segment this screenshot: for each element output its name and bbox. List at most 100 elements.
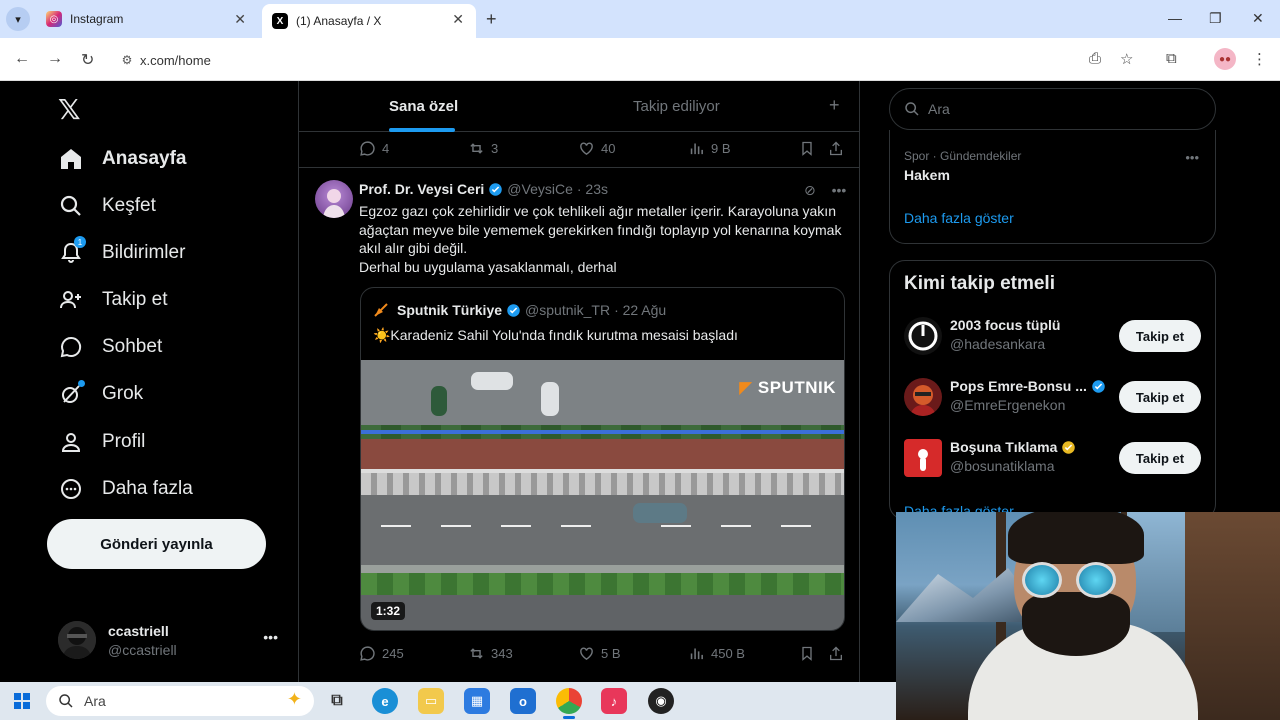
x-logo-icon: X [272, 13, 288, 29]
sidebar-item-explore[interactable]: Keşfet [58, 188, 156, 224]
search-input[interactable]: Ara [889, 88, 1216, 130]
install-app-icon[interactable]: ⎙ [1089, 50, 1101, 67]
site-settings-icon[interactable]: ⚙ [114, 53, 140, 67]
sidebar-item-home[interactable]: Anasayfa [58, 141, 187, 177]
more-icon[interactable]: ••• [832, 182, 847, 198]
edge-browser-icon[interactable]: e [372, 688, 398, 714]
video-frame [781, 525, 811, 527]
quote-text: ☀️Karadeniz Sahil Yolu'nda fındık kurutm… [373, 327, 738, 343]
file-explorer-icon[interactable]: ▭ [418, 688, 444, 714]
video-frame [541, 382, 559, 416]
trend-name[interactable]: Hakem [904, 167, 950, 183]
sidebar-item-chat[interactable]: Sohbet [58, 329, 162, 365]
bookmark-star-icon[interactable]: ☆ [1120, 50, 1133, 68]
previous-post-actions: 4 3 40 9 B [359, 140, 849, 160]
browser-menu-icon[interactable]: ⋮ [1252, 50, 1267, 68]
tab-for-you[interactable]: Sana özel [389, 98, 458, 115]
obs-icon[interactable]: ◉ [648, 688, 674, 714]
quote-handle: @sputnik_TR [525, 302, 611, 318]
bookmark-icon [802, 646, 812, 661]
repost-button[interactable]: 343 [468, 645, 513, 662]
suggestion-row[interactable]: 2003 focus tüplü @hadesankara Takip et [904, 315, 1204, 359]
copilot-sparkle-icon: ✦ [286, 689, 302, 709]
grok-explain-icon[interactable]: ⊘ [804, 182, 816, 198]
sidebar-item-notifications[interactable]: 1 Bildirimler [58, 235, 185, 271]
show-more-link[interactable]: Daha fazla göster [904, 210, 1014, 226]
share-button[interactable] [828, 140, 850, 157]
tweet-handle[interactable]: @VeysiCe [507, 181, 573, 197]
post-button[interactable]: Gönderi yayınla [47, 519, 266, 569]
views-button[interactable]: 9 B [688, 140, 731, 157]
browser-profile-avatar[interactable]: ●● [1214, 48, 1236, 70]
microsoft-store-icon[interactable]: ▦ [464, 688, 490, 714]
tab-following[interactable]: Takip ediliyor [633, 98, 720, 115]
sputnik-watermark: ◤ SPUTNIK [739, 378, 836, 397]
profile-icon [58, 429, 84, 455]
repost-count: 343 [491, 646, 513, 661]
like-count: 40 [601, 141, 616, 156]
taskbar-search-input[interactable]: Ara ✦ [46, 686, 314, 716]
tiktok-icon[interactable]: ♪ [601, 688, 627, 714]
sidebar-item-label: Profil [102, 431, 146, 452]
extensions-icon[interactable]: ⧉ [1166, 50, 1177, 67]
follow-button[interactable]: Takip et [1119, 381, 1201, 413]
x-logo-icon[interactable]: 𝕏 [58, 93, 81, 126]
timeline[interactable]: Sana özel Takip ediliyor + 4 3 40 9 B Pr… [298, 81, 860, 682]
sidebar-item-more[interactable]: Daha fazla [58, 471, 193, 507]
sidebar-item-follow[interactable]: Takip et [58, 282, 167, 318]
tweet-time[interactable]: · 23s [577, 181, 608, 197]
more-icon[interactable]: ••• [263, 629, 278, 645]
repost-icon [470, 648, 483, 659]
views-button[interactable]: 450 B [688, 645, 745, 662]
video-frame [361, 430, 844, 434]
suggestion-row[interactable]: Pops Emre-Bonsu ... @EmreErgenekon Takip… [904, 376, 1204, 420]
close-window-button[interactable]: ✕ [1252, 10, 1264, 27]
avatar [904, 439, 942, 477]
restore-button[interactable]: ❐ [1209, 10, 1222, 27]
windows-start-icon[interactable] [14, 693, 30, 709]
close-icon[interactable]: ✕ [452, 11, 464, 28]
bookmark-icon [802, 141, 812, 156]
bookmark-button[interactable] [799, 140, 821, 157]
share-button[interactable] [828, 645, 850, 662]
quoted-post[interactable]: Sputnik Türkiye @sputnik_TR · 22 Ağu ☀️K… [360, 287, 845, 631]
reload-button[interactable]: ↻ [81, 50, 94, 70]
tab-x-home[interactable]: X (1) Anasayfa / X ✕ [262, 4, 476, 38]
chat-icon [58, 334, 84, 360]
suggestion-name-text: Pops Emre-Bonsu ... [950, 378, 1087, 394]
tweet-author[interactable]: Prof. Dr. Veysi Ceri [359, 181, 484, 197]
more-circle-icon [58, 476, 84, 502]
home-icon [58, 146, 84, 172]
task-view-icon[interactable]: ⧉ [324, 688, 350, 714]
sidebar-item-grok[interactable]: Grok [58, 376, 143, 412]
bookmark-button[interactable] [799, 645, 821, 662]
chrome-icon[interactable] [556, 688, 582, 714]
repost-button[interactable]: 3 [468, 140, 498, 157]
new-tab-button[interactable]: + [486, 9, 497, 30]
more-icon[interactable]: ••• [1185, 150, 1199, 165]
trends-panel: Spor · Gündemdekiler Hakem ••• Daha fazl… [889, 130, 1216, 244]
video-frame [633, 503, 687, 523]
close-icon[interactable]: ✕ [234, 11, 246, 28]
account-switcher[interactable]: ccastriell @ccastriell ••• [58, 619, 282, 663]
sidebar-item-profile[interactable]: Profil [58, 424, 145, 460]
forward-button[interactable]: → [47, 50, 63, 68]
back-button[interactable]: ← [14, 50, 30, 68]
outlook-icon[interactable]: o [510, 688, 536, 714]
follow-button[interactable]: Takip et [1119, 442, 1201, 474]
video-frame [561, 525, 591, 527]
video-player[interactable]: ◤ SPUTNIK 1:32 [361, 360, 844, 630]
like-button[interactable]: 5 B [578, 645, 621, 662]
minimize-button[interactable]: — [1168, 10, 1182, 26]
add-tab-icon[interactable]: + [829, 95, 840, 116]
tab-search-button[interactable]: ▾ [6, 7, 30, 31]
reply-button[interactable]: 245 [359, 645, 404, 662]
avatar[interactable] [315, 180, 353, 218]
like-button[interactable]: 40 [578, 140, 615, 157]
tab-instagram[interactable]: ◎ Instagram ✕ [36, 4, 258, 34]
heart-icon [580, 647, 593, 661]
url-field[interactable]: ⚙ x.com/home [114, 45, 1074, 75]
reply-button[interactable]: 4 [359, 140, 389, 157]
follow-button[interactable]: Takip et [1119, 320, 1201, 352]
suggestion-row[interactable]: Boşuna Tıklama @bosunatiklama Takip et [904, 437, 1204, 481]
